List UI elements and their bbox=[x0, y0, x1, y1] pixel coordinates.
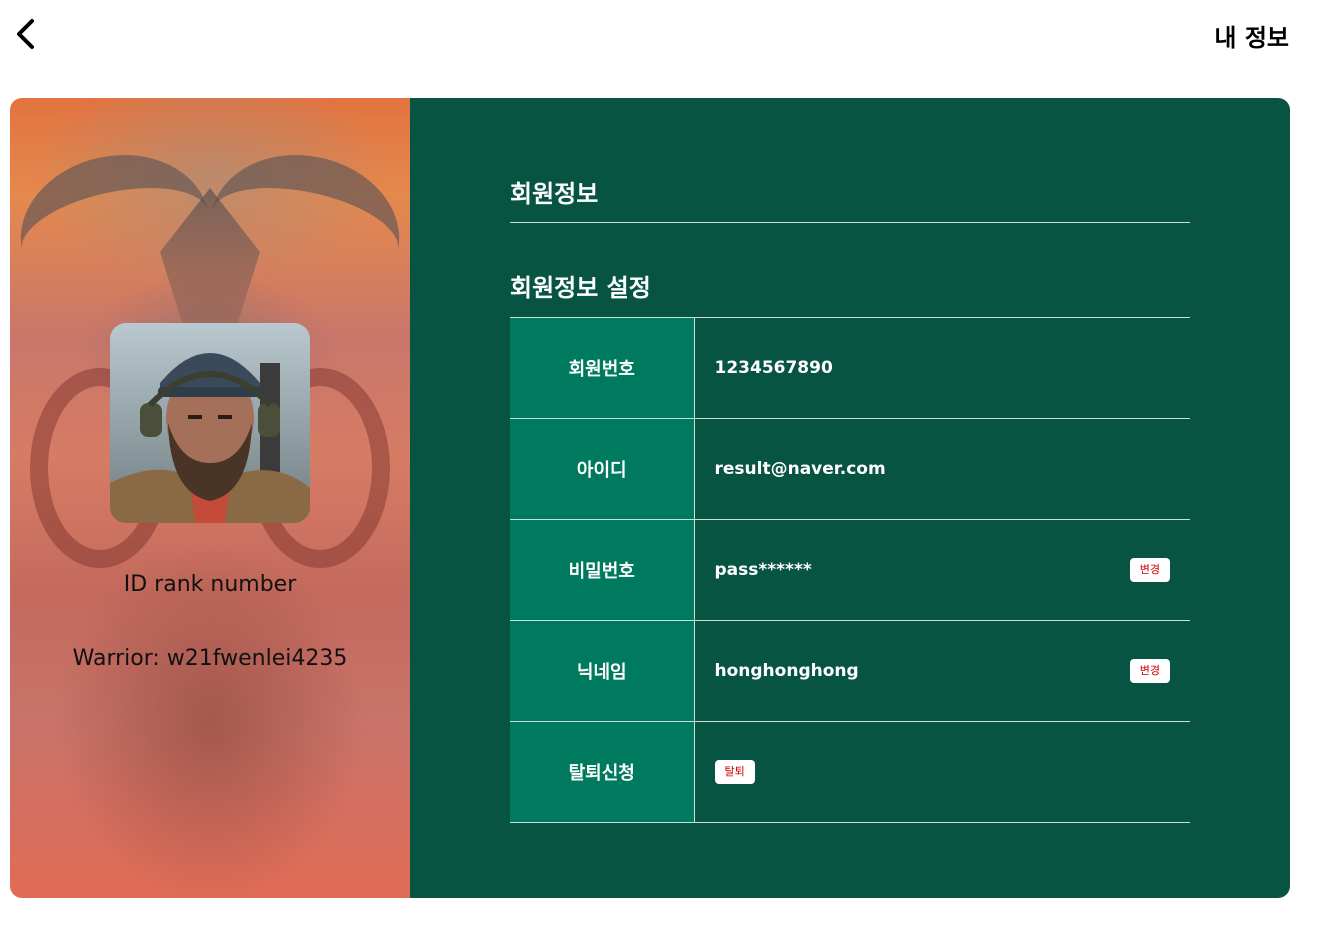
nickname-value: honghonghong bbox=[714, 661, 859, 681]
password-label: 비밀번호 bbox=[510, 519, 695, 621]
page-title: 내 정보 bbox=[1214, 24, 1289, 52]
avatar-image bbox=[110, 323, 310, 523]
withdraw-button[interactable]: 탈퇴 bbox=[714, 760, 755, 784]
table-row: 닉네임 honghonghong 변경 bbox=[510, 620, 1190, 722]
user-id-value: result@naver.com bbox=[714, 459, 886, 479]
change-password-button[interactable]: 변경 bbox=[1129, 558, 1170, 582]
profile-card: ID rank number Warrior: w21fwenlei4235 회… bbox=[10, 98, 1290, 898]
section-divider bbox=[510, 222, 1190, 223]
member-info-table: 회원번호 1234567890 아이디 result@naver.com 비밀번… bbox=[510, 317, 1190, 823]
table-row: 비밀번호 pass****** 변경 bbox=[510, 519, 1190, 621]
password-value: pass****** bbox=[714, 560, 812, 580]
rank-label: ID rank number bbox=[123, 572, 297, 597]
warrior-label: Warrior: w21fwenlei4235 bbox=[72, 646, 348, 671]
avatar bbox=[110, 323, 310, 523]
nickname-label: 닉네임 bbox=[510, 620, 695, 722]
member-info-title: 회원정보 bbox=[510, 180, 599, 208]
table-row: 아이디 result@naver.com bbox=[510, 418, 1190, 520]
back-button[interactable] bbox=[10, 16, 42, 52]
table-row: 탈퇴신청 탈퇴 bbox=[510, 721, 1190, 823]
profile-background: ID rank number Warrior: w21fwenlei4235 bbox=[10, 98, 410, 898]
member-number-value: 1234567890 bbox=[714, 358, 833, 378]
member-settings-title: 회원정보 설정 bbox=[510, 274, 651, 302]
change-nickname-button[interactable]: 변경 bbox=[1129, 659, 1170, 683]
withdrawal-label: 탈퇴신청 bbox=[510, 721, 695, 823]
member-number-label: 회원번호 bbox=[510, 317, 695, 419]
user-id-label: 아이디 bbox=[510, 418, 695, 520]
table-row: 회원번호 1234567890 bbox=[510, 317, 1190, 419]
member-info-panel: 회원정보 회원정보 설정 회원번호 1234567890 아이디 result@… bbox=[410, 98, 1290, 898]
chevron-left-icon bbox=[17, 19, 34, 49]
